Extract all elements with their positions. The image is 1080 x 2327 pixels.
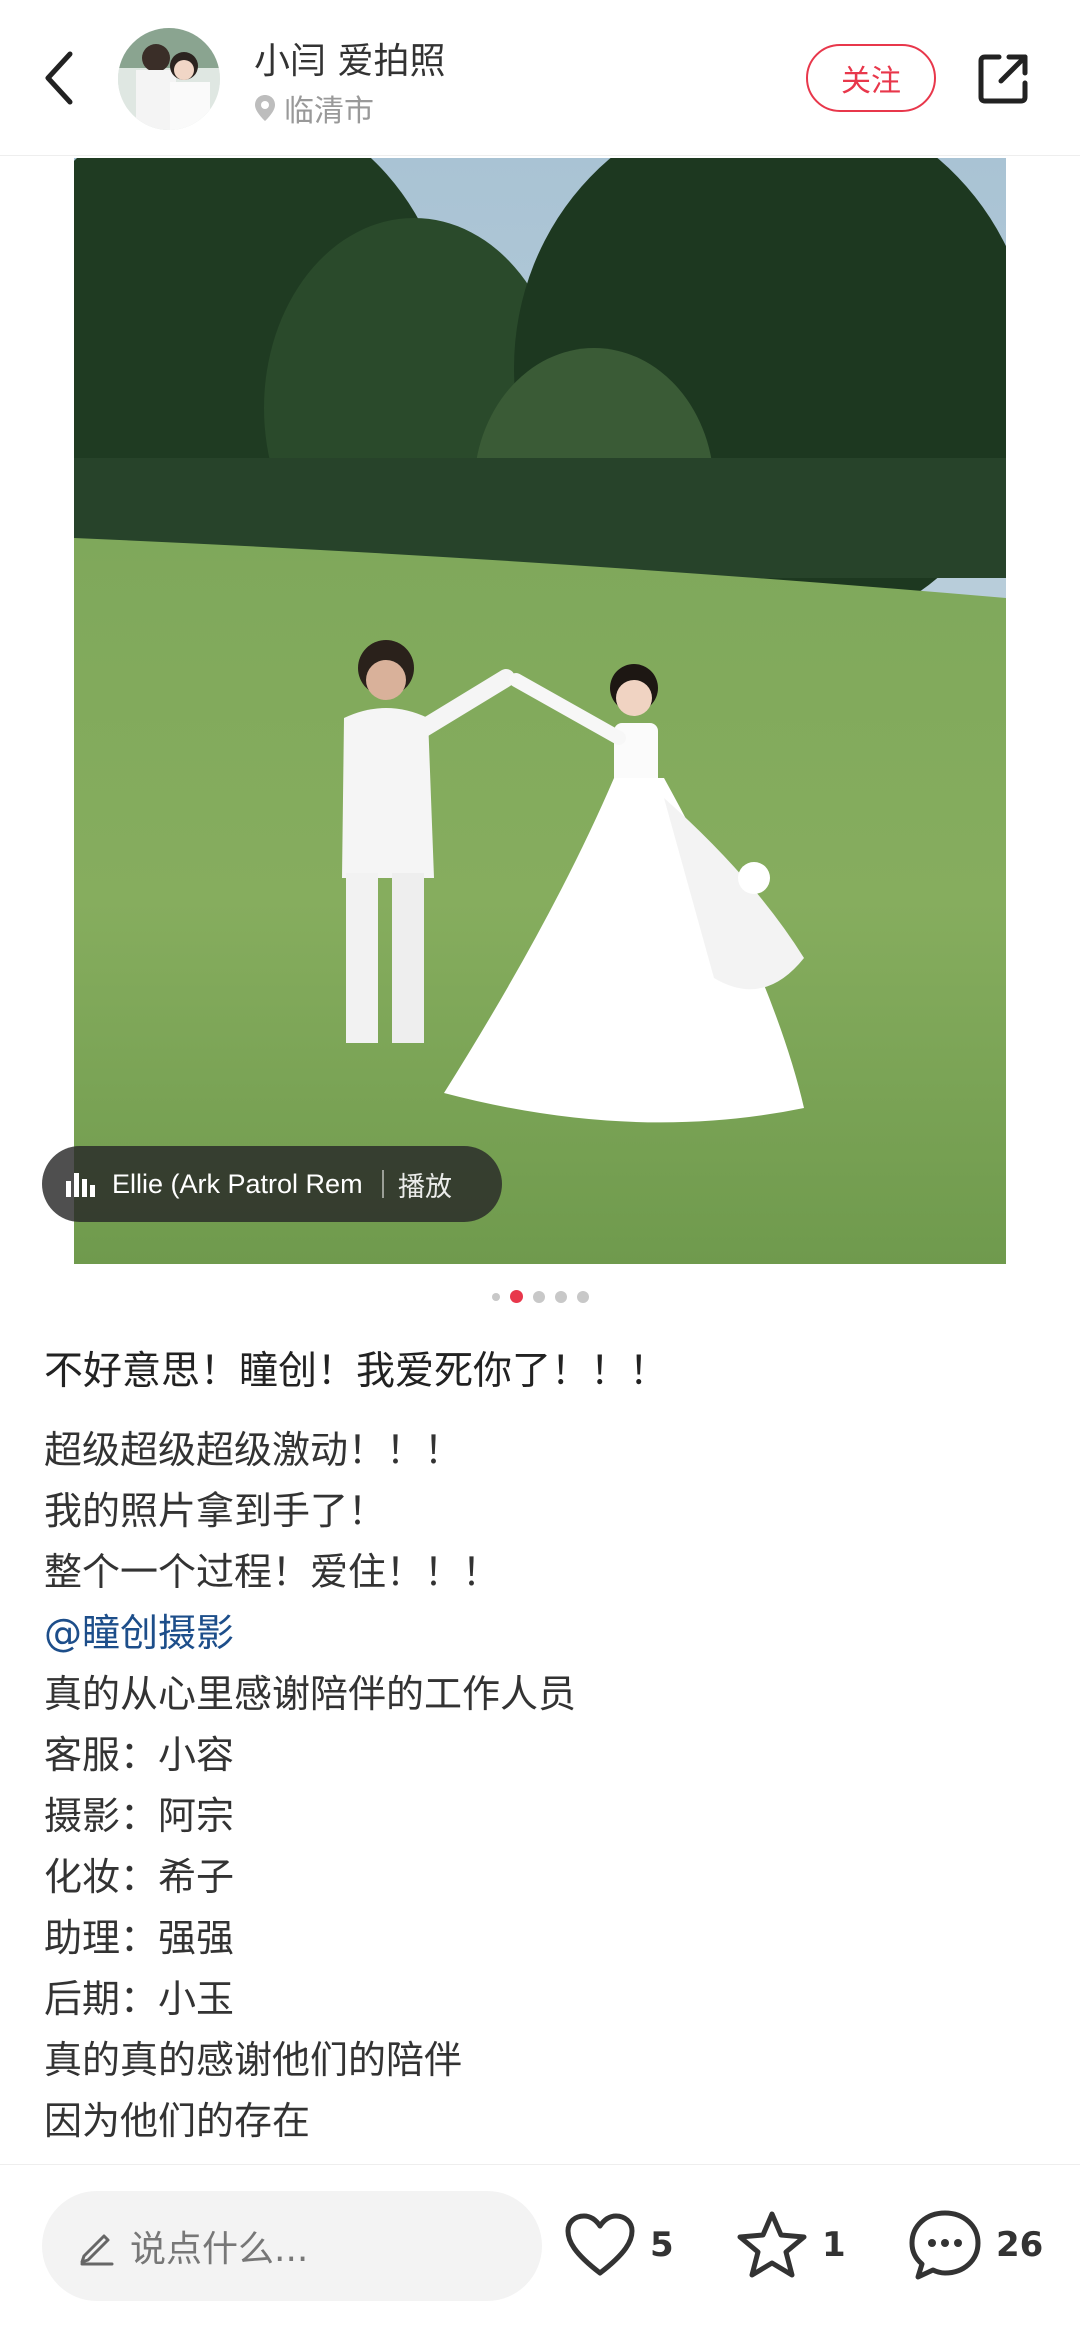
- post-line: 因为他们的存在: [44, 2099, 311, 2143]
- music-divider: [382, 1170, 384, 1198]
- music-title: Ellie (Ark Patrol Rem: [112, 1168, 363, 1199]
- audio-bars-icon: [66, 1173, 95, 1197]
- post-line: 客服：小容: [44, 1733, 235, 1777]
- post-line: 超级超级超级激动！！！: [44, 1428, 463, 1472]
- top-nav-bar: 小闫 爱拍照 临清市 关注: [0, 0, 1080, 156]
- page-dot[interactable]: [491, 1292, 500, 1301]
- post-line: 后期：小玉: [44, 1977, 235, 2021]
- post-photo[interactable]: [74, 158, 1006, 1264]
- bottom-action-bar: 说点什么... 5 1 26: [0, 2164, 1080, 2327]
- back-arrow-icon: [45, 51, 73, 105]
- share-icon: [978, 54, 1028, 104]
- comment-bubble-icon: [909, 2210, 981, 2280]
- page-dot[interactable]: [554, 1290, 567, 1303]
- comment-input[interactable]: 说点什么...: [42, 2191, 542, 2301]
- collect-count: 1: [822, 2225, 846, 2265]
- location-pin-icon: [255, 95, 275, 121]
- heart-icon: [565, 2213, 635, 2276]
- star-icon: [737, 2211, 807, 2278]
- background-music-pill[interactable]: Ellie (Ark Patrol Rem 播放: [42, 1146, 502, 1222]
- author-avatar[interactable]: [118, 28, 220, 130]
- post-line: 我的照片拿到手了！: [44, 1489, 387, 1533]
- collect-button[interactable]: 1: [736, 2195, 846, 2295]
- pencil-icon: [80, 2234, 114, 2266]
- music-play-button[interactable]: 播放: [398, 1165, 452, 1204]
- share-button[interactable]: [970, 46, 1036, 112]
- post-line: 真的从心里感谢陪伴的工作人员: [44, 1672, 577, 1716]
- comment-count: 26: [996, 2225, 1044, 2265]
- mention-link[interactable]: @瞳创摄影: [44, 1603, 1044, 1664]
- location-label: 临清市: [254, 86, 374, 130]
- post-title: 不好意思！瞳创！我爱死你了！！！: [44, 1349, 669, 1394]
- post-line: 整个一个过程！爱住！！！: [44, 1550, 501, 1594]
- post-line: 摄影：阿宗: [44, 1794, 235, 1838]
- location-text: 临清市: [284, 94, 374, 129]
- page-dot[interactable]: [532, 1290, 545, 1303]
- post-line: 化妆：希子: [44, 1855, 235, 1899]
- like-count: 5: [650, 2225, 674, 2265]
- comment-placeholder: 说点什么...: [130, 2229, 309, 2270]
- like-button[interactable]: 5: [564, 2195, 674, 2295]
- post-line: 助理：强强: [44, 1916, 235, 1960]
- image-pagination: [0, 1290, 1080, 1303]
- follow-button[interactable]: 关注: [806, 44, 936, 112]
- post-body: 超级超级超级激动！！！ 我的照片拿到手了！ 整个一个过程！爱住！！！ @瞳创摄影…: [44, 1420, 1044, 2152]
- author-name[interactable]: 小闫 爱拍照: [254, 32, 445, 84]
- comment-button[interactable]: 26: [908, 2195, 1043, 2295]
- post-line: 真的真的感谢他们的陪伴: [44, 2038, 463, 2082]
- back-button[interactable]: [36, 46, 80, 110]
- page-dot-active[interactable]: [509, 1290, 523, 1303]
- page-dot[interactable]: [576, 1290, 589, 1303]
